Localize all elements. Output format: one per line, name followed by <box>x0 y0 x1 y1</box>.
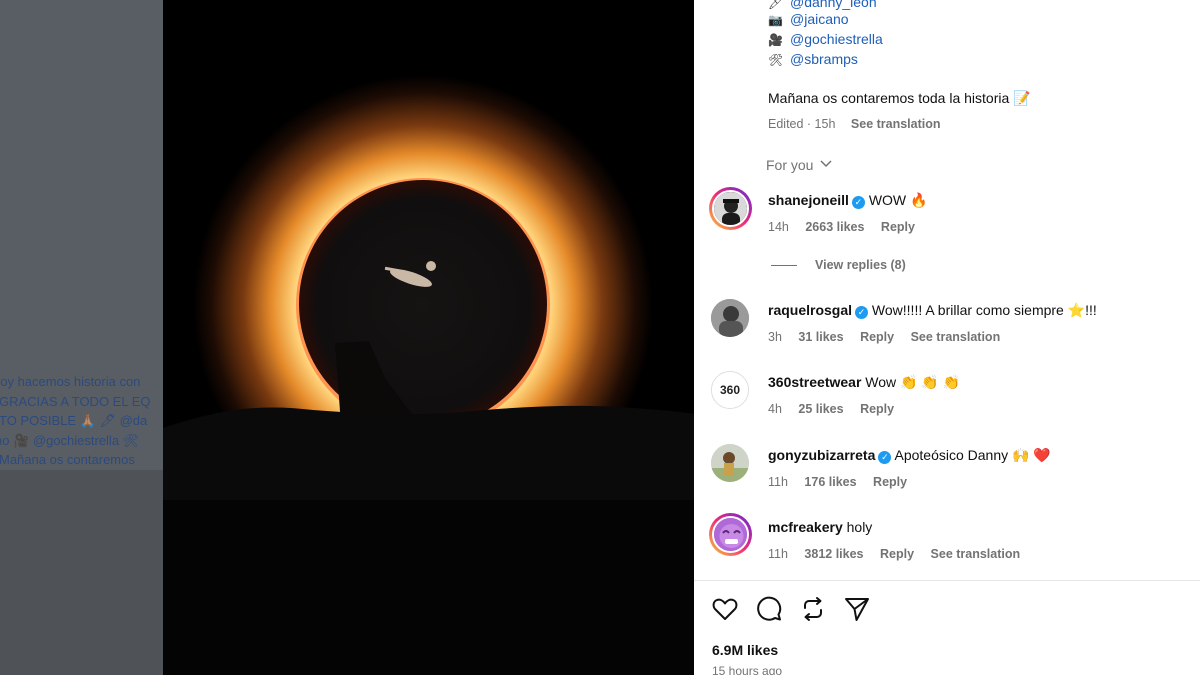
background-caption-line: TO POSIBLE 🙏🏽 🖊 @da <box>0 413 148 428</box>
avatar[interactable] <box>709 513 752 556</box>
comment-text: gonyzubizarreta ✓ Apoteósico Danny 🙌 ❤️ <box>768 447 1051 464</box>
comment-meta: 11h 3812 likes Reply See translation <box>768 547 1033 561</box>
comment-time: 14h <box>768 220 789 234</box>
comment-time: 11h <box>768 547 788 561</box>
comment-filter-dropdown[interactable]: For you <box>766 157 833 173</box>
comment-text: shanejoneill ✓ WOW 🔥 <box>768 192 927 209</box>
comment-icon[interactable] <box>755 595 783 623</box>
avatar-image <box>711 444 749 482</box>
credit-line: 📷 @jaicano <box>768 11 849 27</box>
comment-text: raquelrosgal ✓ Wow!!!!! A brillar como si… <box>768 302 1097 319</box>
credit-line: 🎥 @gochiestrella <box>768 31 883 47</box>
eclipse-photo-image <box>163 0 694 675</box>
caption-text: Mañana os contaremos toda la historia 📝 <box>768 90 1031 107</box>
background-caption-line: hoy hacemos historia con <box>0 374 141 389</box>
camera-icon: 📷 <box>768 13 783 27</box>
comment-username-link[interactable]: shanejoneill <box>768 192 849 208</box>
filter-label: For you <box>766 157 814 173</box>
divider-dash <box>771 265 797 267</box>
reply-button[interactable]: Reply <box>881 220 915 234</box>
view-replies-button[interactable]: View replies (8) <box>771 258 906 272</box>
background-caption-line: GRACIAS A TODO EL EQ <box>0 393 151 409</box>
avatar-image <box>714 518 747 551</box>
avatar[interactable] <box>709 187 752 230</box>
credit-handle-link[interactable]: @danny_leon <box>790 0 877 10</box>
comment-likes-link[interactable]: 2663 likes <box>805 220 864 234</box>
comment-time: 3h <box>768 330 782 344</box>
background-overlay: hoy hacemos historia con GRACIAS A TODO … <box>0 0 163 675</box>
heart-icon[interactable] <box>711 595 739 623</box>
reply-button[interactable]: Reply <box>860 402 894 416</box>
post-photo[interactable] <box>163 0 694 675</box>
comment-likes-link[interactable]: 31 likes <box>798 330 843 344</box>
comment-meta: 14h 2663 likes Reply <box>768 220 928 234</box>
edited-timestamp: Edited · 15h <box>768 117 836 131</box>
view-replies-label: View replies (8) <box>815 258 906 272</box>
reply-button[interactable]: Reply <box>860 330 894 344</box>
repost-icon[interactable] <box>799 595 827 623</box>
svg-text:360: 360 <box>720 383 740 397</box>
comment-likes-link[interactable]: 3812 likes <box>804 547 863 561</box>
caption-meta: Edited · 15h See translation <box>768 117 941 131</box>
avatar[interactable]: 360 <box>711 371 749 409</box>
memo-emoji: 📝 <box>1013 90 1031 106</box>
comment-username-link[interactable]: gonyzubizarreta <box>768 447 875 463</box>
pen-icon: 🖊 <box>768 0 784 10</box>
comment-body: WOW 🔥 <box>868 192 928 208</box>
avatar[interactable] <box>711 444 749 482</box>
see-translation-link[interactable]: See translation <box>931 547 1021 561</box>
comment-username-link[interactable]: mcfreakery <box>768 519 843 535</box>
comment-username-link[interactable]: 360streetwear <box>768 374 861 390</box>
share-icon[interactable] <box>843 595 871 623</box>
background-caption: hoy hacemos historia con GRACIAS A TODO … <box>0 372 163 470</box>
comment-body: Wow 👏 👏 👏 <box>865 374 961 390</box>
verified-badge-icon: ✓ <box>878 451 892 464</box>
avatar-image <box>711 299 749 337</box>
comment-text: mcfreakery holy <box>768 519 872 535</box>
comment-meta: 3h 31 likes Reply See translation <box>768 330 1013 344</box>
comment-meta: 11h 176 likes Reply <box>768 475 920 489</box>
comment-likes-link[interactable]: 25 likes <box>798 402 843 416</box>
verified-badge-icon: ✓ <box>851 196 865 209</box>
background-caption-line: no 🎥 @gochiestrella 🛠 <box>0 432 140 448</box>
avatar-image <box>714 192 747 225</box>
credit-handle-link[interactable]: @gochiestrella <box>790 31 883 47</box>
comment-body: holy <box>846 519 873 535</box>
video-camera-icon: 🎥 <box>768 33 783 47</box>
panel-divider <box>694 580 1200 581</box>
credit-line: 🛠 @sbramps <box>768 51 858 67</box>
see-translation-link[interactable]: See translation <box>851 117 941 131</box>
post-timestamp: 15 hours ago <box>712 664 783 675</box>
credit-handle-link[interactable]: @sbramps <box>790 51 858 67</box>
comment-body: Wow!!!!! A brillar como siempre ⭐️!!! <box>871 302 1097 318</box>
background-caption-line: Mañana os contaremos <box>0 452 135 467</box>
comment-username-link[interactable]: raquelrosgal <box>768 302 852 318</box>
caption-body: Mañana os contaremos toda la historia <box>768 90 1010 106</box>
comment-meta: 4h 25 likes Reply <box>768 402 907 416</box>
background-shade <box>0 470 163 675</box>
avatar-image: 360 <box>712 372 748 408</box>
comment-body: Apoteósico Danny 🙌 ❤️ <box>894 447 1051 463</box>
reply-button[interactable]: Reply <box>880 547 914 561</box>
comment-likes-link[interactable]: 176 likes <box>804 475 856 489</box>
see-translation-link[interactable]: See translation <box>911 330 1001 344</box>
comment-text: 360streetwear Wow 👏 👏 👏 <box>768 374 960 391</box>
tools-icon: 🛠 <box>768 53 784 67</box>
comment-time: 11h <box>768 475 788 489</box>
comment-time: 4h <box>768 402 782 416</box>
chevron-down-icon <box>820 160 832 168</box>
credit-line: 🖊 @danny_leon <box>768 0 877 10</box>
post-likes-count[interactable]: 6.9M likes <box>712 642 778 658</box>
avatar[interactable] <box>711 299 749 337</box>
reply-button[interactable]: Reply <box>873 475 907 489</box>
credit-handle-link[interactable]: @jaicano <box>790 11 849 27</box>
verified-badge-icon: ✓ <box>855 306 869 319</box>
